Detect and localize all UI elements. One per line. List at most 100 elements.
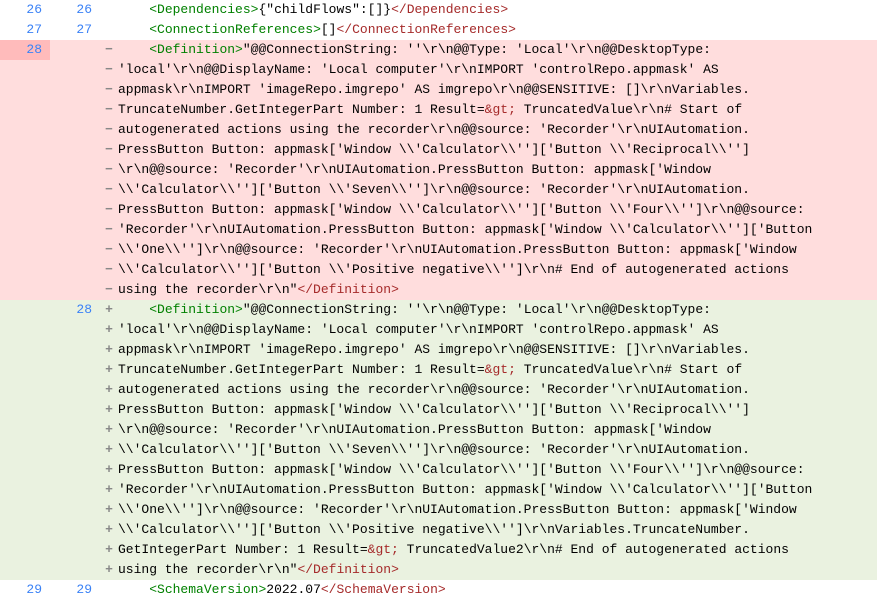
- line-number-new: [50, 540, 100, 560]
- diff-line[interactable]: −PressButton Button: appmask['Window \\'…: [0, 200, 877, 220]
- code-content[interactable]: \\'Calculator\\'']['Button \\'Positive n…: [118, 520, 877, 540]
- diff-line[interactable]: 2626 <Dependencies>{"childFlows":[]}</De…: [0, 0, 877, 20]
- code-content[interactable]: 'local'\r\n@@DisplayName: 'Local compute…: [118, 60, 877, 80]
- line-number-new: [50, 420, 100, 440]
- code-content[interactable]: 'Recorder'\r\nUIAutomation.PressButton B…: [118, 220, 877, 240]
- code-content[interactable]: TruncateNumber.GetIntegerPart Number: 1 …: [118, 360, 877, 380]
- diff-line[interactable]: +using the recorder\r\n"</Definition>: [0, 560, 877, 580]
- diff-line[interactable]: +PressButton Button: appmask['Window \\'…: [0, 400, 877, 420]
- code-content[interactable]: \\'Calculator\\'']['Button \\'Seven\\'']…: [118, 440, 877, 460]
- diff-line[interactable]: −autogenerated actions using the recorde…: [0, 120, 877, 140]
- line-number-old: [0, 60, 50, 80]
- line-number-new: [50, 520, 100, 540]
- code-content[interactable]: \\'Calculator\\'']['Button \\'Positive n…: [118, 260, 877, 280]
- code-content[interactable]: <ConnectionReferences>[]</ConnectionRefe…: [118, 20, 877, 40]
- diff-line[interactable]: −PressButton Button: appmask['Window \\'…: [0, 140, 877, 160]
- line-number-new: [50, 60, 100, 80]
- diff-marker: +: [100, 340, 118, 360]
- line-number-old: [0, 400, 50, 420]
- diff-line[interactable]: 2727 <ConnectionReferences>[]</Connectio…: [0, 20, 877, 40]
- diff-marker: −: [100, 120, 118, 140]
- line-number-old: [0, 480, 50, 500]
- diff-line[interactable]: −TruncateNumber.GetIntegerPart Number: 1…: [0, 100, 877, 120]
- code-content[interactable]: 'local'\r\n@@DisplayName: 'Local compute…: [118, 320, 877, 340]
- diff-marker: +: [100, 400, 118, 420]
- code-content[interactable]: 'Recorder'\r\nUIAutomation.PressButton B…: [118, 480, 877, 500]
- line-number-old: [0, 220, 50, 240]
- diff-line[interactable]: −\\'Calculator\\'']['Button \\'Seven\\''…: [0, 180, 877, 200]
- diff-line[interactable]: +'Recorder'\r\nUIAutomation.PressButton …: [0, 480, 877, 500]
- code-content[interactable]: \r\n@@source: 'Recorder'\r\nUIAutomation…: [118, 160, 877, 180]
- diff-marker: +: [100, 560, 118, 580]
- line-number-new: [50, 480, 100, 500]
- line-number-new: [50, 120, 100, 140]
- diff-line[interactable]: +\\'Calculator\\'']['Button \\'Seven\\''…: [0, 440, 877, 460]
- line-number-old: 26: [0, 0, 50, 20]
- code-content[interactable]: \\'Calculator\\'']['Button \\'Seven\\'']…: [118, 180, 877, 200]
- diff-line[interactable]: +autogenerated actions using the recorde…: [0, 380, 877, 400]
- code-content[interactable]: PressButton Button: appmask['Window \\'C…: [118, 460, 877, 480]
- code-content[interactable]: <Dependencies>{"childFlows":[]}</Depende…: [118, 0, 877, 20]
- line-number-old: [0, 460, 50, 480]
- code-content[interactable]: \r\n@@source: 'Recorder'\r\nUIAutomation…: [118, 420, 877, 440]
- diff-line[interactable]: −'Recorder'\r\nUIAutomation.PressButton …: [0, 220, 877, 240]
- diff-marker: −: [100, 140, 118, 160]
- line-number-old: 28: [0, 40, 50, 60]
- code-content[interactable]: using the recorder\r\n"</Definition>: [118, 560, 877, 580]
- line-number-new: [50, 220, 100, 240]
- diff-line[interactable]: −using the recorder\r\n"</Definition>: [0, 280, 877, 300]
- line-number-new: [50, 100, 100, 120]
- line-number-new: 27: [50, 20, 100, 40]
- diff-line[interactable]: −\\'One\\'']\r\n@@source: 'Recorder'\r\n…: [0, 240, 877, 260]
- diff-line[interactable]: +\r\n@@source: 'Recorder'\r\nUIAutomatio…: [0, 420, 877, 440]
- line-number-old: [0, 440, 50, 460]
- line-number-new: [50, 360, 100, 380]
- line-number-old: 27: [0, 20, 50, 40]
- diff-line[interactable]: +\\'One\\'']\r\n@@source: 'Recorder'\r\n…: [0, 500, 877, 520]
- diff-line[interactable]: 2929 <SchemaVersion>2022.07</SchemaVersi…: [0, 580, 877, 600]
- diff-view: 2626 <Dependencies>{"childFlows":[]}</De…: [0, 0, 877, 600]
- line-number-new: 29: [50, 580, 100, 600]
- code-content[interactable]: PressButton Button: appmask['Window \\'C…: [118, 140, 877, 160]
- line-number-old: [0, 500, 50, 520]
- diff-line[interactable]: +appmask\r\nIMPORT 'imageRepo.imgrepo' A…: [0, 340, 877, 360]
- line-number-old: [0, 320, 50, 340]
- code-content[interactable]: appmask\r\nIMPORT 'imageRepo.imgrepo' AS…: [118, 80, 877, 100]
- code-content[interactable]: <Definition>"@@ConnectionString: ''\r\n@…: [118, 300, 877, 320]
- diff-line[interactable]: −\r\n@@source: 'Recorder'\r\nUIAutomatio…: [0, 160, 877, 180]
- code-content[interactable]: TruncateNumber.GetIntegerPart Number: 1 …: [118, 100, 877, 120]
- diff-line[interactable]: +'local'\r\n@@DisplayName: 'Local comput…: [0, 320, 877, 340]
- line-number-new: 26: [50, 0, 100, 20]
- diff-line[interactable]: +PressButton Button: appmask['Window \\'…: [0, 460, 877, 480]
- line-number-new: [50, 440, 100, 460]
- diff-line[interactable]: +\\'Calculator\\'']['Button \\'Positive …: [0, 520, 877, 540]
- code-content[interactable]: using the recorder\r\n"</Definition>: [118, 280, 877, 300]
- diff-line[interactable]: −\\'Calculator\\'']['Button \\'Positive …: [0, 260, 877, 280]
- line-number-old: 29: [0, 580, 50, 600]
- code-content[interactable]: autogenerated actions using the recorder…: [118, 120, 877, 140]
- diff-line[interactable]: 28− <Definition>"@@ConnectionString: ''\…: [0, 40, 877, 60]
- line-number-old: [0, 240, 50, 260]
- diff-marker: +: [100, 480, 118, 500]
- diff-line[interactable]: −'local'\r\n@@DisplayName: 'Local comput…: [0, 60, 877, 80]
- line-number-old: [0, 80, 50, 100]
- line-number-old: [0, 560, 50, 580]
- line-number-old: [0, 420, 50, 440]
- diff-line[interactable]: +TruncateNumber.GetIntegerPart Number: 1…: [0, 360, 877, 380]
- code-content[interactable]: GetIntegerPart Number: 1 Result=&gt; Tru…: [118, 540, 877, 560]
- code-content[interactable]: \\'One\\'']\r\n@@source: 'Recorder'\r\nU…: [118, 240, 877, 260]
- code-content[interactable]: PressButton Button: appmask['Window \\'C…: [118, 400, 877, 420]
- code-content[interactable]: autogenerated actions using the recorder…: [118, 380, 877, 400]
- line-number-new: [50, 240, 100, 260]
- diff-line[interactable]: 28+ <Definition>"@@ConnectionString: ''\…: [0, 300, 877, 320]
- code-content[interactable]: <Definition>"@@ConnectionString: ''\r\n@…: [118, 40, 877, 60]
- code-content[interactable]: appmask\r\nIMPORT 'imageRepo.imgrepo' AS…: [118, 340, 877, 360]
- code-content[interactable]: PressButton Button: appmask['Window \\'C…: [118, 200, 877, 220]
- code-content[interactable]: \\'One\\'']\r\n@@source: 'Recorder'\r\nU…: [118, 500, 877, 520]
- diff-line[interactable]: +GetIntegerPart Number: 1 Result=&gt; Tr…: [0, 540, 877, 560]
- code-content[interactable]: <SchemaVersion>2022.07</SchemaVersion>: [118, 580, 877, 600]
- line-number-new: [50, 340, 100, 360]
- diff-line[interactable]: −appmask\r\nIMPORT 'imageRepo.imgrepo' A…: [0, 80, 877, 100]
- diff-marker: +: [100, 500, 118, 520]
- diff-marker: −: [100, 60, 118, 80]
